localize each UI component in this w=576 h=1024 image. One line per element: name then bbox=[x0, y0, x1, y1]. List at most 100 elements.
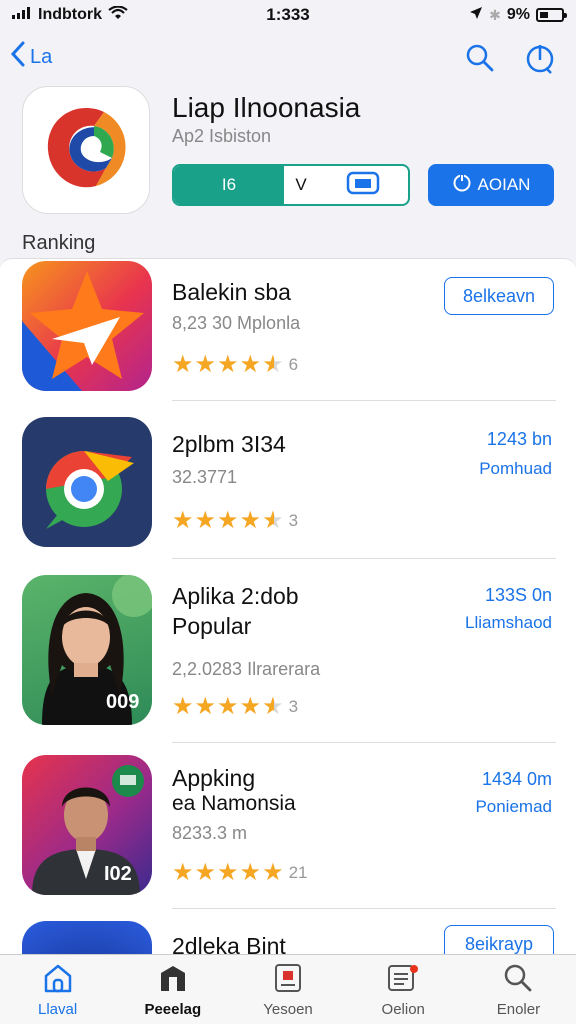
star-icon: ★ bbox=[262, 859, 284, 886]
rating-count: 3 bbox=[288, 511, 299, 530]
list-item[interactable]: I02 Appking ea Namonsia 8233.3 m ★ ★ ★ ★… bbox=[0, 743, 576, 909]
rating-count: 21 bbox=[288, 863, 308, 882]
tab-ranking[interactable]: Peeelag bbox=[115, 955, 230, 1024]
badge: 009 bbox=[106, 691, 140, 713]
item-meta: 2,2.0283 Ilrarerara bbox=[172, 659, 321, 679]
star-icon: ★ bbox=[217, 351, 239, 378]
app-title: Liap Ilnoonasia bbox=[172, 92, 361, 123]
list-item[interactable]: 009 Aplika 2:dob Popular 2,2.0283 Ilrare… bbox=[0, 559, 576, 743]
item-size: 1434 0m bbox=[481, 769, 552, 789]
action-label: AOIAN bbox=[477, 175, 531, 194]
star-icon: ★ bbox=[217, 507, 239, 534]
item-title-line2: ea Namonsia bbox=[172, 792, 296, 815]
tab-search[interactable]: Enoler bbox=[461, 955, 576, 1024]
star-half-icon: ★ bbox=[262, 693, 284, 720]
tab-label: Llaval bbox=[38, 1001, 78, 1018]
news-icon bbox=[272, 963, 304, 997]
badge: I02 bbox=[104, 863, 132, 885]
item-title-line2: Popular bbox=[172, 613, 252, 639]
bluetooth-icon: ✱ bbox=[489, 6, 501, 23]
item-meta: 32.3771 bbox=[172, 467, 238, 487]
rating-stars: ★ ★ ★ ★ ★ 21 bbox=[172, 861, 308, 885]
item-status[interactable]: Lliamshaod bbox=[465, 613, 552, 633]
rating-stars: ★ ★ ★ ★ ★ 6 bbox=[172, 353, 298, 377]
star-icon: ★ bbox=[194, 693, 217, 720]
item-meta: 8,23 30 Mplonla bbox=[172, 313, 301, 333]
power-icon bbox=[452, 173, 472, 198]
app-icon: 009 bbox=[22, 575, 152, 725]
app-icon: I02 bbox=[22, 755, 152, 895]
star-icon: ★ bbox=[239, 507, 262, 534]
item-status[interactable]: Poniemad bbox=[475, 797, 552, 817]
list-item[interactable]: Balekin sba 8,23 30 Mplonla ★ ★ ★ ★ ★ 6 … bbox=[0, 259, 576, 401]
nav-bar: La bbox=[0, 36, 576, 82]
segment-middle[interactable]: V bbox=[284, 166, 318, 204]
tab-home[interactable]: Llaval bbox=[0, 955, 115, 1024]
star-icon: ★ bbox=[194, 859, 217, 886]
search-icon bbox=[502, 963, 534, 997]
tab-bar: Llaval Peeelag Yesoen Oelion Enoler bbox=[0, 954, 576, 1024]
back-label: La bbox=[30, 45, 53, 68]
app-icon bbox=[22, 921, 152, 954]
tab-label: Oelion bbox=[381, 1001, 425, 1018]
segment-left[interactable]: I6 bbox=[174, 166, 284, 204]
item-size: 1243 bn bbox=[486, 429, 552, 449]
app-subtitle: Ap2 Isbiston bbox=[172, 126, 272, 146]
star-icon: ★ bbox=[194, 507, 217, 534]
star-icon: ★ bbox=[172, 859, 194, 886]
star-icon: ★ bbox=[239, 859, 262, 886]
star-icon: ★ bbox=[217, 693, 239, 720]
battery-icon bbox=[536, 8, 567, 22]
rating-count: 3 bbox=[288, 697, 299, 716]
tab-label: Enoler bbox=[496, 1001, 541, 1018]
tab-label: Yesoen bbox=[263, 1001, 313, 1018]
star-half-icon: ★ bbox=[262, 351, 284, 378]
star-icon: ★ bbox=[239, 693, 262, 720]
star-icon: ★ bbox=[172, 351, 194, 378]
app-logo bbox=[22, 86, 150, 214]
star-icon: ★ bbox=[172, 693, 194, 720]
item-title-line1: Aplika 2:dob bbox=[172, 583, 299, 609]
info-button[interactable] bbox=[520, 40, 560, 80]
item-title-line1: Appking bbox=[172, 765, 256, 791]
segmented-control[interactable]: I6 V bbox=[172, 164, 410, 206]
app-icon bbox=[22, 261, 152, 391]
info-icon bbox=[524, 42, 556, 79]
rating-count: 6 bbox=[288, 355, 299, 374]
search-icon bbox=[465, 43, 495, 78]
item-size: 133S 0n bbox=[484, 585, 552, 605]
carrier-label: Indbtork bbox=[38, 6, 102, 23]
battery-percent: 9% bbox=[506, 6, 530, 23]
star-icon: ★ bbox=[194, 351, 217, 378]
ranking-icon bbox=[157, 963, 189, 997]
primary-action-button[interactable]: AOIAN bbox=[428, 164, 554, 206]
list-icon bbox=[386, 963, 420, 997]
segment-document[interactable] bbox=[318, 166, 408, 204]
list-item[interactable]: 2plbm 3I34 32.3771 ★ ★ ★ ★ ★ 3 1243 bn P… bbox=[0, 401, 576, 559]
item-title: Balekin sba bbox=[172, 279, 291, 305]
item-meta: 8233.3 m bbox=[172, 823, 248, 843]
status-bar: Indbtork 1:333 ✱ 9% bbox=[0, 0, 576, 30]
rating-stars: ★ ★ ★ ★ ★ 3 bbox=[172, 509, 298, 533]
section-label: Ranking bbox=[22, 232, 96, 254]
rating-stars: ★ ★ ★ ★ ★ 3 bbox=[172, 695, 298, 719]
item-status[interactable]: Pomhuad bbox=[479, 459, 552, 479]
ranking-list: Balekin sba 8,23 30 Mplonla ★ ★ ★ ★ ★ 6 … bbox=[0, 258, 576, 954]
location-icon bbox=[469, 6, 483, 25]
app-icon bbox=[22, 417, 152, 547]
tab-list[interactable]: Oelion bbox=[346, 955, 461, 1024]
star-icon: ★ bbox=[239, 351, 262, 378]
star-icon: ★ bbox=[217, 859, 239, 886]
home-icon bbox=[42, 963, 74, 997]
back-button[interactable]: La bbox=[10, 40, 52, 74]
star-icon: ★ bbox=[172, 507, 194, 534]
tab-label: Peeelag bbox=[144, 1001, 202, 1018]
signal-icon bbox=[12, 6, 32, 24]
chevron-left-icon bbox=[10, 40, 26, 74]
search-button[interactable] bbox=[460, 40, 500, 80]
get-button[interactable]: 8eikrayp bbox=[444, 925, 554, 954]
get-button[interactable]: 8elkeavn bbox=[444, 277, 554, 315]
app-header: Liap Ilnoonasia Ap2 Isbiston I6 V AOIAN bbox=[0, 86, 576, 236]
list-item[interactable]: 2dleka Bint 8eikrayp bbox=[0, 909, 576, 954]
tab-news[interactable]: Yesoen bbox=[230, 955, 345, 1024]
